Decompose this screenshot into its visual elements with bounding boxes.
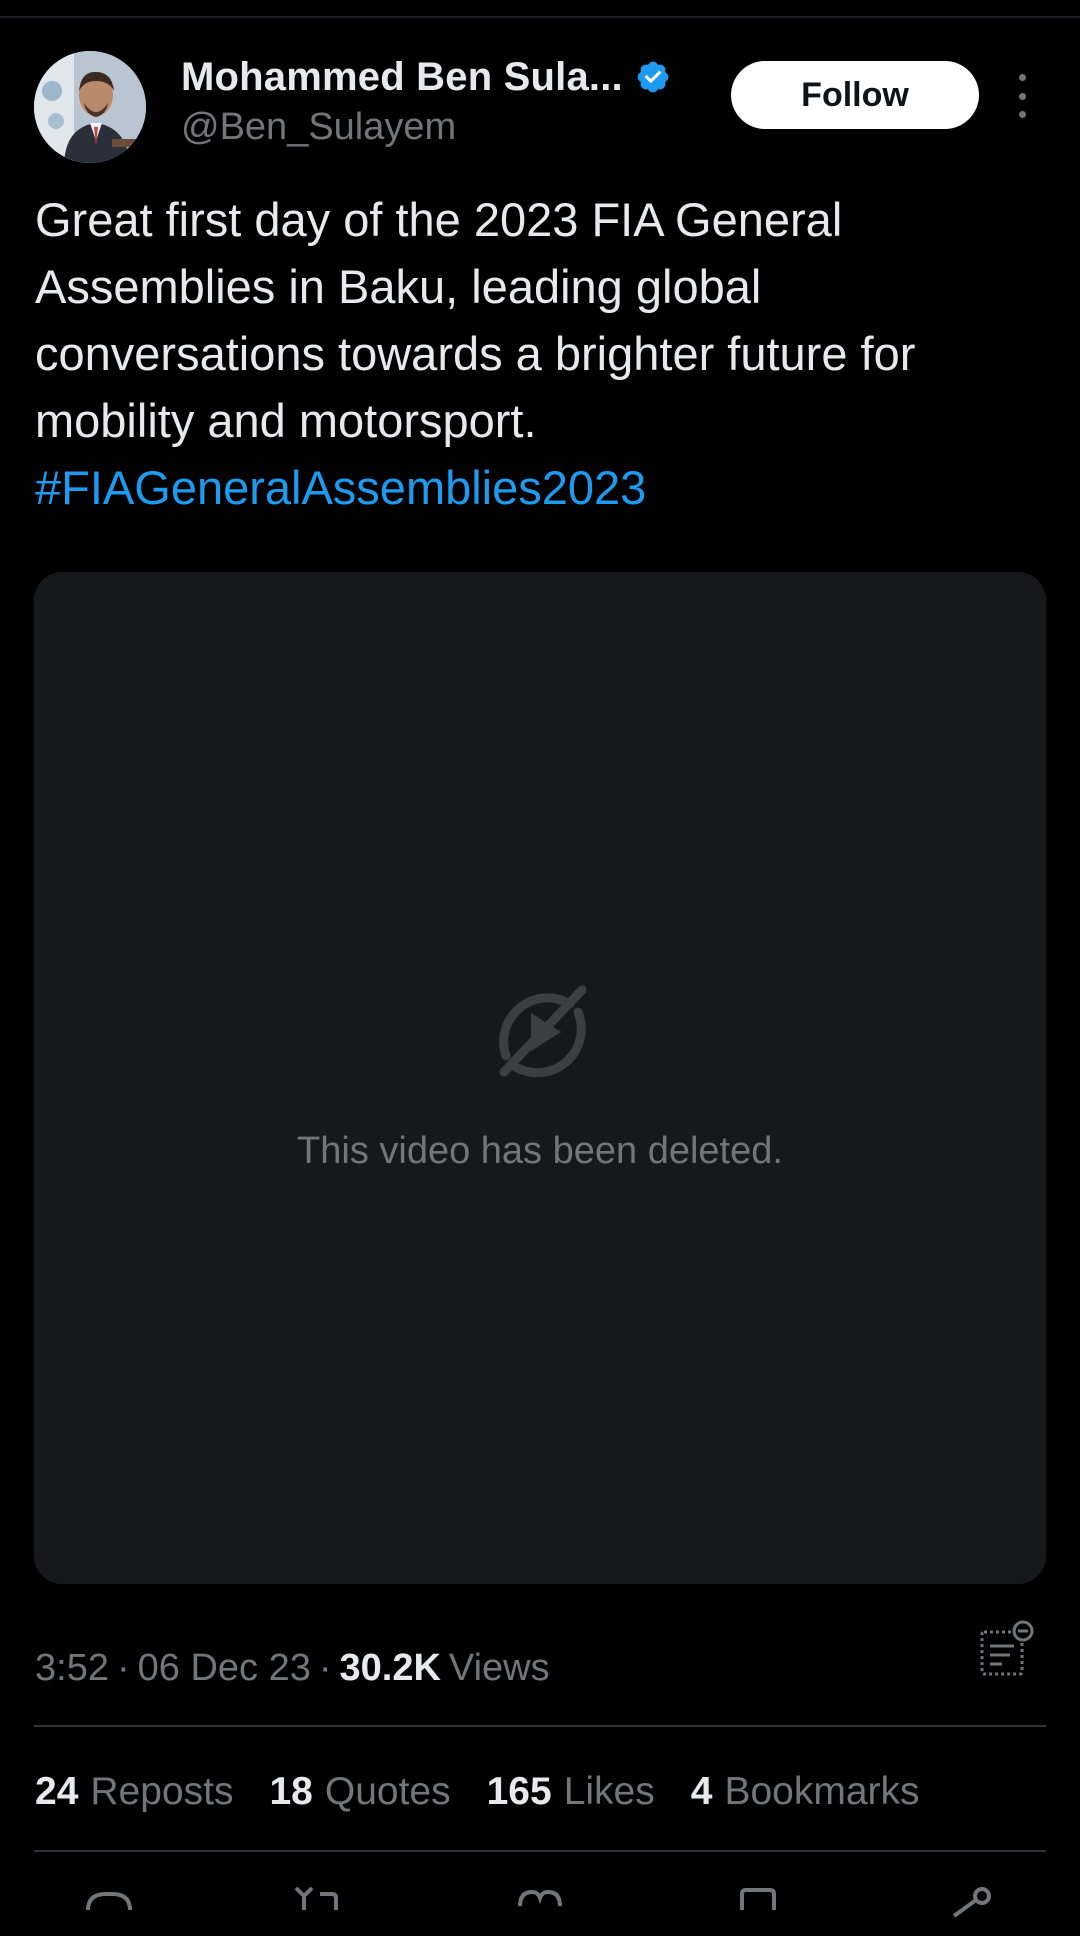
action-bar xyxy=(0,1880,1080,1920)
repost-icon[interactable] xyxy=(292,1880,348,1936)
follow-button[interactable]: Follow xyxy=(731,61,979,129)
share-icon[interactable] xyxy=(944,1880,1000,1936)
bookmark-icon[interactable] xyxy=(730,1880,786,1936)
meta-separator: · xyxy=(116,1646,130,1689)
stat-bookmarks[interactable]: 4 Bookmarks xyxy=(691,1770,920,1814)
avatar-image xyxy=(34,51,146,163)
stat-label: Quotes xyxy=(324,1770,451,1813)
stat-count: 4 xyxy=(690,1770,713,1813)
display-name[interactable]: Mohammed Ben Sula... xyxy=(181,55,623,100)
divider xyxy=(34,1725,1046,1727)
top-divider xyxy=(0,16,1080,18)
avatar[interactable] xyxy=(34,51,146,163)
stat-quotes[interactable]: 18 Quotes xyxy=(269,1770,450,1814)
more-options-icon[interactable] xyxy=(1006,74,1038,118)
hashtag-link[interactable]: #FIAGeneralAssemblies2023 xyxy=(35,454,1045,521)
analytics-icon[interactable] xyxy=(978,1618,1036,1680)
like-icon[interactable] xyxy=(512,1880,568,1936)
stat-count: 24 xyxy=(35,1770,79,1813)
verified-badge-icon xyxy=(637,61,669,93)
handle[interactable]: @Ben_Sulayem xyxy=(181,106,456,149)
reply-icon[interactable] xyxy=(80,1880,136,1936)
meta-separator: · xyxy=(318,1646,332,1689)
stat-label: Reposts xyxy=(90,1770,234,1813)
media-container[interactable]: This video has been deleted. xyxy=(34,572,1046,1584)
video-deleted-icon xyxy=(499,985,587,1078)
tweet-body: Great first day of the 2023 FIA General … xyxy=(35,193,916,447)
stat-likes[interactable]: 165 Likes xyxy=(487,1770,655,1814)
tweet-time[interactable]: 3:52 xyxy=(35,1647,109,1690)
video-deleted-message: This video has been deleted. xyxy=(297,1130,783,1172)
engagement-stats: 24 Reposts 18 Quotes 165 Likes 4 Bookmar… xyxy=(35,1763,956,1821)
stat-label: Likes xyxy=(563,1770,655,1813)
divider xyxy=(34,1850,1046,1852)
stat-reposts[interactable]: 24 Reposts xyxy=(35,1770,233,1814)
stat-count: 18 xyxy=(269,1770,313,1813)
tweet-header: Mohammed Ben Sula... @Ben_Sulayem Follow xyxy=(0,48,1080,168)
tweet-meta: 3:52 · 06 Dec 23 · 30.2K Views xyxy=(35,1640,550,1696)
tweet-date[interactable]: 06 Dec 23 xyxy=(138,1647,311,1690)
views-count: 30.2K xyxy=(339,1646,441,1689)
stat-count: 165 xyxy=(486,1770,552,1813)
views-label: Views xyxy=(448,1646,550,1689)
tweet-text: Great first day of the 2023 FIA General … xyxy=(35,186,1045,521)
name-row: Mohammed Ben Sula... xyxy=(181,54,671,100)
stat-label: Bookmarks xyxy=(724,1770,920,1813)
